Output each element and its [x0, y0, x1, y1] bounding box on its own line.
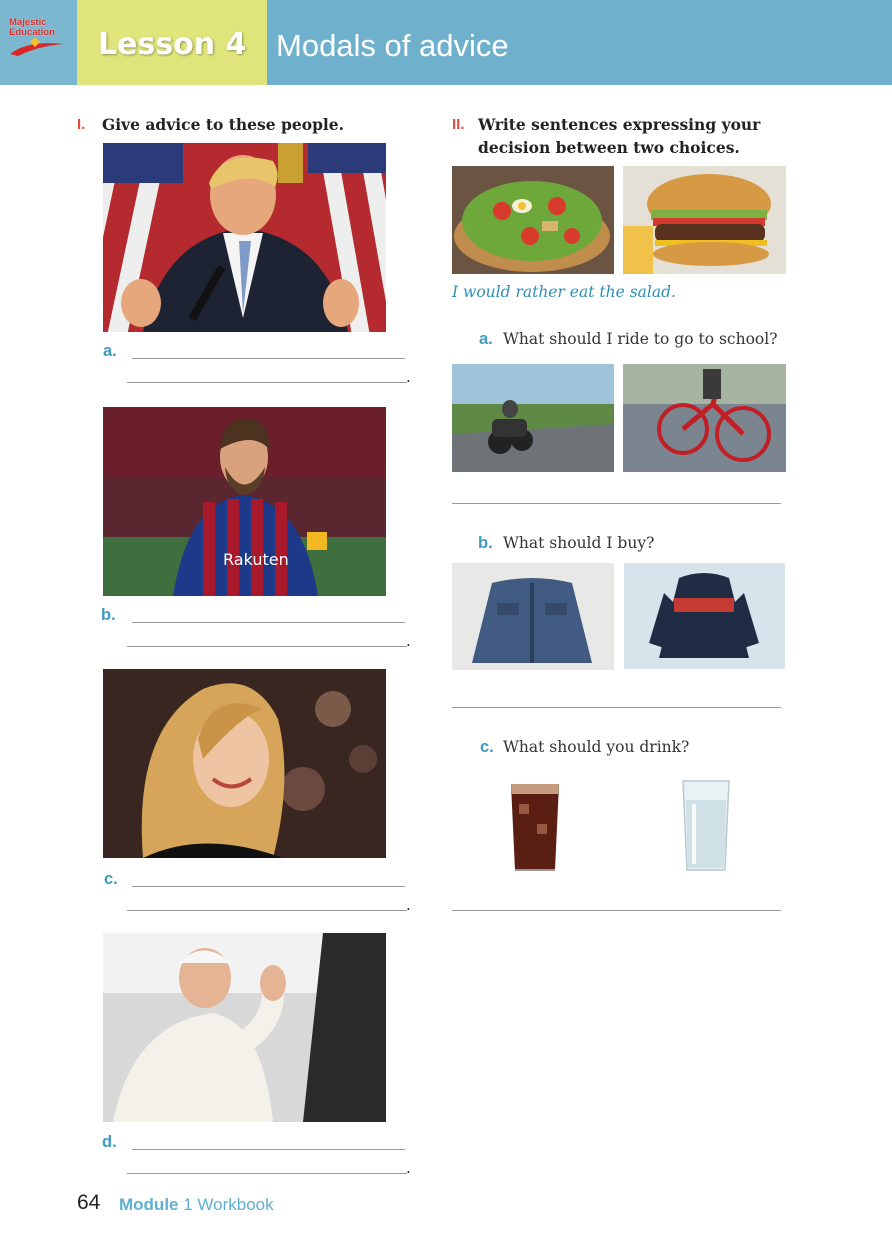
section2-number: II.: [452, 116, 465, 133]
answer-line[interactable]: [127, 1173, 407, 1174]
photo-politician: [103, 143, 386, 332]
page-number: 64: [77, 1191, 101, 1214]
logo-swoosh-icon: [10, 37, 64, 56]
photo-pope: [103, 933, 386, 1122]
answer-line[interactable]: [127, 646, 407, 647]
photo-burger: [623, 166, 786, 274]
item-letter-c: c.: [104, 870, 118, 888]
photo-footballer: Rakuten: [103, 407, 386, 596]
choice-question-b: What should I buy?: [503, 534, 655, 552]
choice-question-a: What should I ride to go to school?: [503, 330, 778, 348]
example-sentence: I would rather eat the salad.: [452, 283, 676, 301]
photo-salad: [452, 166, 614, 274]
choice-letter-a: a.: [479, 330, 493, 348]
publisher-logo: Majestic Education: [0, 0, 77, 85]
item-letter-a: a.: [103, 342, 117, 360]
item-letter-b: b.: [101, 606, 116, 624]
photo-puffer-jacket: [624, 563, 785, 669]
lesson-title: Modals of advice: [276, 28, 509, 63]
answer-line[interactable]: [132, 358, 405, 359]
answer-line[interactable]: [452, 707, 781, 708]
svg-text:Rakuten: Rakuten: [223, 550, 289, 569]
period-mark: .: [406, 368, 411, 386]
period-mark: .: [406, 896, 411, 914]
choice-letter-b: b.: [478, 534, 493, 552]
photo-singer: [103, 669, 386, 858]
choice-question-c: What should you drink?: [503, 738, 690, 756]
answer-line[interactable]: [132, 886, 405, 887]
answer-line[interactable]: [127, 910, 407, 911]
section2-instruction: Write sentences expressing your decision…: [478, 115, 761, 157]
answer-line[interactable]: [452, 910, 781, 911]
photo-water-glass: [678, 778, 734, 873]
photo-denim-jacket: [452, 563, 614, 670]
period-mark: .: [406, 632, 411, 650]
answer-line[interactable]: [132, 1149, 405, 1150]
answer-line[interactable]: [452, 503, 781, 504]
photo-motorcycle: [452, 364, 614, 472]
lesson-number: Lesson 4: [98, 27, 247, 62]
section1-instruction: Give advice to these people.: [102, 115, 345, 134]
photo-cola-glass: [505, 774, 565, 874]
module-label: Module 1 Workbook: [119, 1195, 274, 1214]
answer-line[interactable]: [132, 622, 405, 623]
logo-text: Majestic Education: [9, 17, 55, 38]
item-letter-d: d.: [102, 1133, 117, 1151]
period-mark: .: [406, 1159, 411, 1177]
choice-letter-c: c.: [480, 738, 494, 756]
answer-line[interactable]: [127, 382, 407, 383]
photo-bicycle: [623, 364, 786, 472]
section1-number: I.: [77, 116, 86, 133]
